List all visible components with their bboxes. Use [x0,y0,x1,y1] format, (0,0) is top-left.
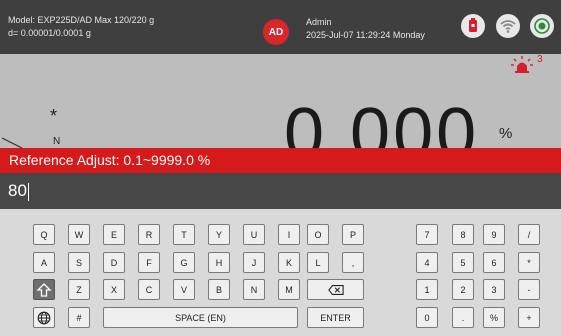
key-9[interactable]: 9 [483,224,505,245]
key-t[interactable]: T [173,224,195,245]
model-label: Model: EXP225D/AD Max 120/220 g [8,15,155,25]
input-value: 80 [8,181,27,200]
key-percent[interactable]: % [483,307,505,328]
key-multiply[interactable]: * [518,252,540,273]
key-8[interactable]: 8 [452,224,474,245]
resolution-label: d= 0.00001/0.0001 g [8,28,91,38]
key-v[interactable]: V [173,279,195,300]
key-4[interactable]: 4 [416,252,438,273]
alarm-beacon-icon[interactable] [511,56,533,74]
alarm-count: 3 [537,54,543,65]
key-s[interactable]: S [68,252,90,273]
key-c[interactable]: C [138,279,160,300]
key-divide[interactable]: / [518,224,540,245]
user-name: Admin [306,17,332,27]
key-3[interactable]: 3 [483,279,505,300]
key-j[interactable]: J [243,252,265,273]
net-mark: N [53,136,61,147]
key-u[interactable]: U [243,224,265,245]
key-a[interactable]: A [33,252,55,273]
key-decimal[interactable]: . [452,307,474,328]
key-p[interactable]: P [342,224,364,245]
key-w[interactable]: W [68,224,90,245]
key-5[interactable]: 5 [452,252,474,273]
enter-key[interactable]: ENTER [307,307,364,328]
usb-drive-icon[interactable] [461,14,485,38]
key-r[interactable]: R [138,224,160,245]
key-6[interactable]: 6 [483,252,505,273]
wifi-icon[interactable] [496,14,520,38]
key-d[interactable]: D [103,252,125,273]
value-input[interactable]: 80 [0,173,561,209]
language-key[interactable] [33,307,55,328]
key-7[interactable]: 7 [416,224,438,245]
key-f[interactable]: F [138,252,160,273]
backspace-icon [327,284,344,295]
key-l[interactable]: L [307,252,329,273]
key-o[interactable]: O [307,224,329,245]
key-i[interactable]: I [278,224,300,245]
space-key[interactable]: SPACE (EN) [103,307,298,328]
key-2[interactable]: 2 [452,279,474,300]
user-info: Admin 2025-Jul-07 11:29:24 Monday [306,16,425,42]
text-cursor [27,182,29,201]
key-minus[interactable]: - [518,279,540,300]
input-prompt: Reference Adjust: 0.1~9999.0 % [0,148,561,173]
level-bubble-icon[interactable] [530,14,554,38]
user-avatar[interactable]: AD [263,19,289,45]
weight-value: 0.000 [284,94,480,148]
on-screen-keyboard: Q W E R T Y U I O P A S D F G H J K L , … [0,209,561,336]
globe-icon [37,311,51,324]
key-1[interactable]: 1 [416,279,438,300]
key-z[interactable]: Z [68,279,90,300]
datetime-label: 2025-Jul-07 11:29:24 Monday [306,30,425,40]
zero-indicator-icon [1,137,23,148]
key-hash[interactable]: # [68,307,90,328]
key-q[interactable]: Q [33,224,55,245]
shift-key[interactable] [33,279,55,300]
key-g[interactable]: G [173,252,195,273]
key-y[interactable]: Y [208,224,230,245]
status-bar: Model: EXP225D/AD Max 120/220 g d= 0.000… [0,0,561,54]
key-plus[interactable]: + [518,307,540,328]
backspace-key[interactable] [307,279,364,300]
key-e[interactable]: E [103,224,125,245]
key-k[interactable]: K [278,252,300,273]
device-info: Model: EXP225D/AD Max 120/220 g d= 0.000… [8,14,154,40]
shift-icon [36,282,52,297]
weight-unit: % [499,125,513,142]
key-m[interactable]: M [278,279,300,300]
weighing-display: 3 * N 0.000 % [0,54,561,148]
key-comma[interactable]: , [342,252,364,273]
key-n[interactable]: N [243,279,265,300]
key-b[interactable]: B [208,279,230,300]
stability-mark: * [50,106,58,126]
key-h[interactable]: H [208,252,230,273]
key-x[interactable]: X [103,279,125,300]
key-0[interactable]: 0 [416,307,438,328]
